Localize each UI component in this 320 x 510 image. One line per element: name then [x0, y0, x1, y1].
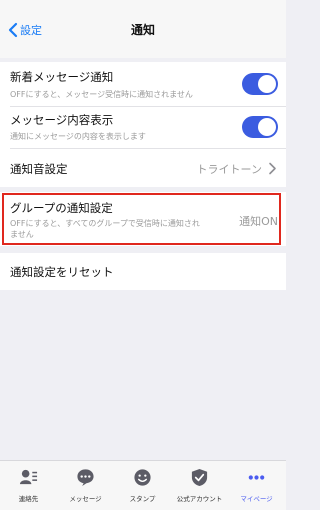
tab-label: メッセージ [69, 495, 102, 503]
notification-sound-row[interactable]: 通知音設定 トライトーン [0, 149, 286, 187]
tab-contacts[interactable]: 連絡先 [0, 461, 57, 510]
official-account-icon [191, 468, 208, 487]
toggle-knob [258, 118, 276, 136]
new-message-notification-description: OFFにすると、メッセージ受信時に通知されません [10, 90, 193, 99]
message-content-display-description: 通知にメッセージの内容を表示します [10, 132, 146, 141]
toggle-knob [258, 75, 276, 93]
tab-label: 連絡先 [18, 495, 39, 503]
sticker-icon [134, 469, 151, 486]
notification-settings-group: 新着メッセージ通知 OFFにすると、メッセージ受信時に通知されません メッセージ… [0, 62, 286, 187]
new-message-notification-toggle[interactable] [242, 73, 278, 95]
chevron-right-icon [269, 162, 276, 175]
highlight-box [2, 193, 281, 245]
page-title: 通知 [130, 23, 155, 37]
tab-messages[interactable]: メッセージ [57, 461, 114, 510]
reset-notification-settings-row[interactable]: 通知設定をリセット [0, 253, 286, 290]
reset-section: 通知設定をリセット [0, 253, 286, 290]
new-message-notification-title: 新着メッセージ通知 [10, 70, 114, 84]
tab-bar: 連絡先 メッセージ スタンプ 公式アカウント マイページ [0, 460, 286, 510]
reset-notification-settings-title: 通知設定をリセット [10, 265, 114, 279]
contacts-icon [19, 469, 38, 485]
new-message-notification-row: 新着メッセージ通知 OFFにすると、メッセージ受信時に通知されません [0, 62, 286, 106]
notification-sound-title: 通知音設定 [10, 162, 68, 176]
message-content-display-toggle[interactable] [242, 116, 278, 138]
tab-official-accounts[interactable]: 公式アカウント [171, 461, 228, 510]
tab-my-page[interactable]: マイページ [228, 461, 285, 510]
tab-label: スタンプ [129, 495, 156, 503]
more-icon [248, 475, 265, 480]
message-content-display-row: メッセージ内容表示 通知にメッセージの内容を表示します [0, 107, 286, 148]
navigation-bar: 設定 通知 [0, 0, 286, 58]
tab-stickers[interactable]: スタンプ [114, 461, 171, 510]
tab-label: マイページ [240, 495, 273, 503]
notification-sound-value: トライトーン [196, 163, 262, 176]
message-content-display-title: メッセージ内容表示 [10, 113, 114, 127]
tab-label: 公式アカウント [176, 495, 223, 503]
message-icon [77, 469, 94, 487]
